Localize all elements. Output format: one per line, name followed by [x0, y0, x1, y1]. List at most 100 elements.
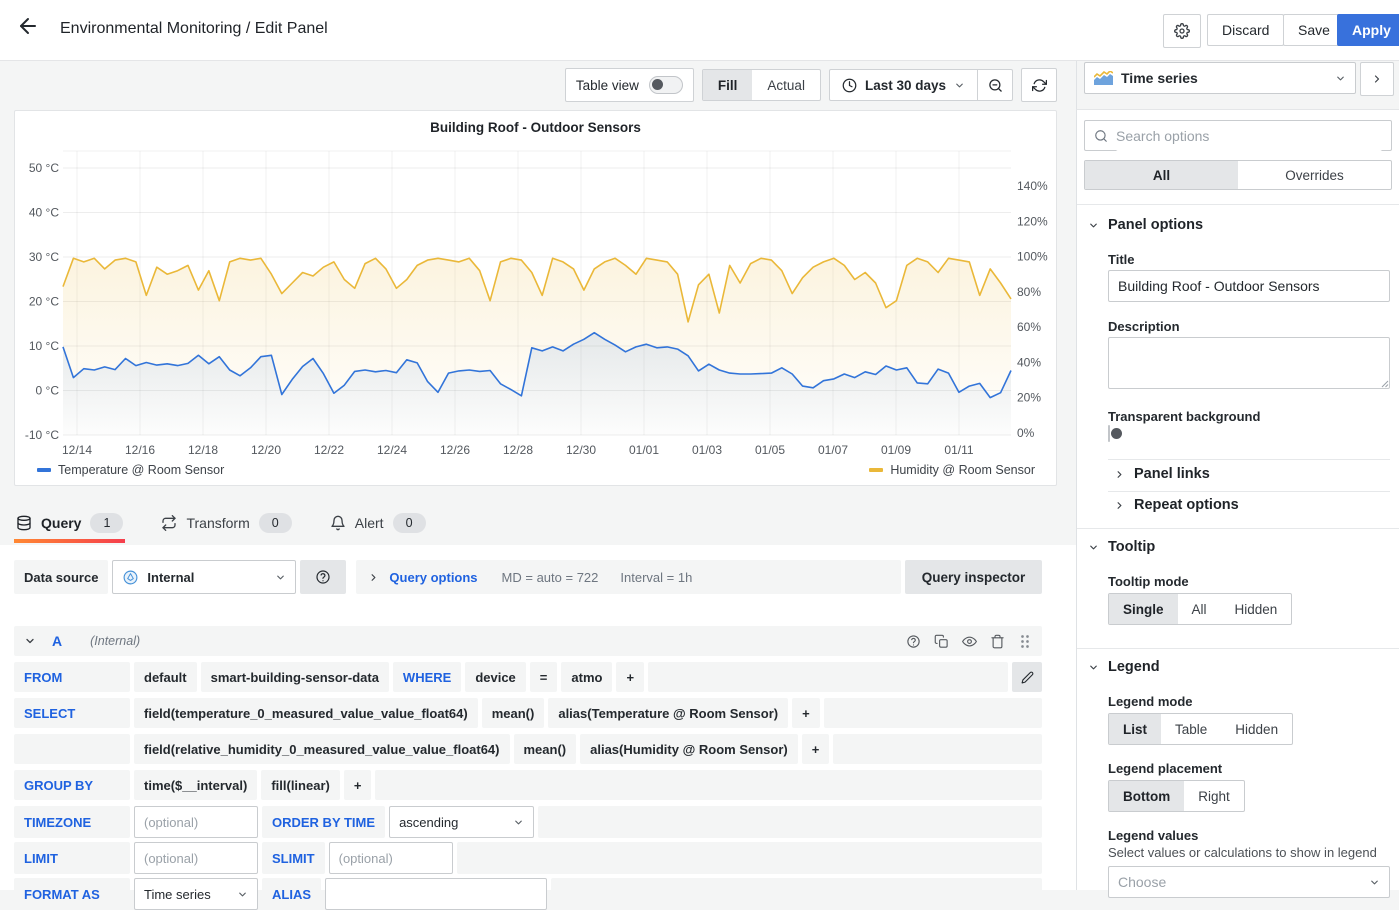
query-ref-hint: (Internal)	[90, 634, 140, 648]
svg-text:12/28: 12/28	[503, 443, 533, 457]
groupby-fill[interactable]: fill(linear)	[261, 770, 340, 800]
legend-mode-table[interactable]: Table	[1161, 714, 1221, 744]
where-add-button[interactable]: +	[616, 662, 644, 692]
collapse-options-button[interactable]	[1360, 62, 1394, 96]
discard-button[interactable]: Discard	[1207, 14, 1284, 46]
query-inspector-button[interactable]: Query inspector	[905, 560, 1042, 594]
tab-query[interactable]: Query 1	[14, 503, 125, 543]
panel-options-header[interactable]: Panel options	[1088, 217, 1203, 233]
select1-field[interactable]: field(temperature_0_measured_value_value…	[134, 698, 478, 728]
limit-keyword[interactable]: LIMIT	[14, 842, 130, 874]
datasource-picker[interactable]: Internal	[112, 560, 296, 594]
where-keyword[interactable]: WHERE	[393, 662, 461, 692]
panel-title-input[interactable]	[1108, 270, 1390, 302]
panel-links-header[interactable]: Panel links	[1114, 466, 1210, 482]
where-value[interactable]: atmo	[561, 662, 612, 692]
limit-input[interactable]	[134, 842, 258, 874]
copy-icon[interactable]	[934, 634, 949, 649]
format-keyword[interactable]: FORMAT AS	[14, 878, 130, 910]
timezone-keyword[interactable]: TIMEZONE	[14, 806, 130, 838]
search-options-box[interactable]	[1084, 120, 1392, 151]
apply-button[interactable]: Apply	[1337, 14, 1399, 46]
select1-alias[interactable]: alias(Temperature @ Room Sensor)	[548, 698, 788, 728]
description-textarea[interactable]	[1108, 337, 1390, 389]
slimit-input[interactable]	[329, 842, 453, 874]
groupby-keyword[interactable]: GROUP BY	[14, 770, 130, 800]
legend-placement-label: Legend placement	[1108, 761, 1222, 776]
groupby-time[interactable]: time($__interval)	[134, 770, 257, 800]
select2-mean[interactable]: mean()	[514, 734, 577, 764]
legend-placement-right[interactable]: Right	[1184, 781, 1244, 811]
back-button[interactable]	[16, 14, 40, 38]
pencil-icon	[1021, 671, 1034, 684]
select2-alias[interactable]: alias(Humidity @ Room Sensor)	[580, 734, 798, 764]
drag-handle-icon[interactable]	[1018, 634, 1032, 649]
select1-add-button[interactable]: +	[792, 698, 820, 728]
legend-mode-list[interactable]: List	[1109, 714, 1161, 744]
tab-overrides[interactable]: Overrides	[1238, 161, 1391, 189]
legend-header[interactable]: Legend	[1088, 659, 1160, 675]
zoom-out-button[interactable]	[977, 70, 1012, 100]
from-measurement[interactable]: smart-building-sensor-data	[201, 662, 389, 692]
slimit-keyword[interactable]: SLIMIT	[262, 842, 325, 874]
orderby-keyword[interactable]: ORDER BY TIME	[262, 806, 385, 838]
title-label: Title	[1108, 252, 1135, 267]
select-keyword[interactable]: SELECT	[14, 698, 130, 728]
legend-mode-label: Legend mode	[1108, 694, 1193, 709]
refresh-button[interactable]	[1021, 68, 1057, 102]
from-keyword[interactable]: FROM	[14, 662, 130, 692]
select2-add-button[interactable]: +	[802, 734, 830, 764]
settings-button[interactable]	[1163, 14, 1201, 48]
orderby-select[interactable]: ascending	[389, 806, 534, 838]
query-ref-id[interactable]: A	[52, 633, 62, 649]
tooltip-mode-single[interactable]: Single	[1109, 594, 1178, 624]
chart-plot[interactable]: 12/1412/1612/1812/2012/2212/2412/2612/28…	[15, 141, 1058, 471]
groupby-add-button[interactable]: +	[344, 770, 372, 800]
legend-item-humidity[interactable]: Humidity @ Room Sensor	[869, 463, 1035, 477]
repeat-options-header[interactable]: Repeat options	[1114, 497, 1239, 513]
divider	[1108, 459, 1390, 460]
legend-values-select[interactable]: Choose	[1108, 866, 1390, 898]
svg-text:12/18: 12/18	[188, 443, 218, 457]
timezone-input[interactable]	[134, 806, 258, 838]
tab-alert[interactable]: Alert 0	[328, 503, 428, 543]
tab-all[interactable]: All	[1085, 161, 1238, 189]
resize-handle-icon[interactable]	[1381, 380, 1389, 388]
transparent-background-toggle[interactable]	[1108, 425, 1110, 442]
alias-keyword[interactable]: ALIAS	[262, 878, 321, 910]
datasource-help-button[interactable]	[300, 560, 346, 594]
tab-transform[interactable]: Transform 0	[159, 503, 293, 543]
where-operator[interactable]: =	[530, 662, 558, 692]
select2-field[interactable]: field(relative_humidity_0_measured_value…	[134, 734, 510, 764]
search-options-input[interactable]	[1116, 121, 1382, 151]
chevron-down-icon	[1088, 542, 1099, 553]
help-circle-icon[interactable]	[906, 634, 921, 649]
from-policy[interactable]: default	[134, 662, 197, 692]
legend-mode-hidden[interactable]: Hidden	[1221, 714, 1292, 744]
where-key[interactable]: device	[465, 662, 525, 692]
svg-text:01/11: 01/11	[944, 443, 973, 457]
legend-item-temperature[interactable]: Temperature @ Room Sensor	[37, 463, 224, 477]
tooltip-mode-hidden[interactable]: Hidden	[1221, 594, 1292, 624]
fill-option[interactable]: Fill	[703, 70, 753, 100]
format-select[interactable]: Time series	[134, 878, 258, 910]
table-view-toggle[interactable]	[649, 76, 683, 94]
legend-values-hint: Select values or calculations to show in…	[1108, 845, 1377, 860]
query-row-from: FROM default smart-building-sensor-data …	[14, 662, 1042, 692]
save-button[interactable]: Save	[1283, 14, 1345, 46]
legend-placement-bottom[interactable]: Bottom	[1109, 781, 1184, 811]
datasource-row: Data source Internal Query options MD = …	[14, 560, 1042, 594]
select1-mean[interactable]: mean()	[482, 698, 545, 728]
viz-picker[interactable]: Time series	[1084, 62, 1356, 94]
svg-text:40 °C: 40 °C	[29, 206, 59, 220]
eye-icon[interactable]	[962, 634, 977, 649]
tooltip-mode-all[interactable]: All	[1178, 594, 1221, 624]
time-range-picker[interactable]: Last 30 days	[830, 70, 977, 100]
actual-option[interactable]: Actual	[752, 70, 820, 100]
toggle-text-edit-button[interactable]	[1012, 662, 1042, 692]
trash-icon[interactable]	[990, 634, 1005, 649]
tooltip-header[interactable]: Tooltip	[1088, 539, 1155, 555]
query-options-bar[interactable]: Query options MD = auto = 722 Interval =…	[356, 560, 901, 594]
alias-input[interactable]	[325, 878, 547, 910]
chevron-down-icon[interactable]	[24, 635, 36, 647]
